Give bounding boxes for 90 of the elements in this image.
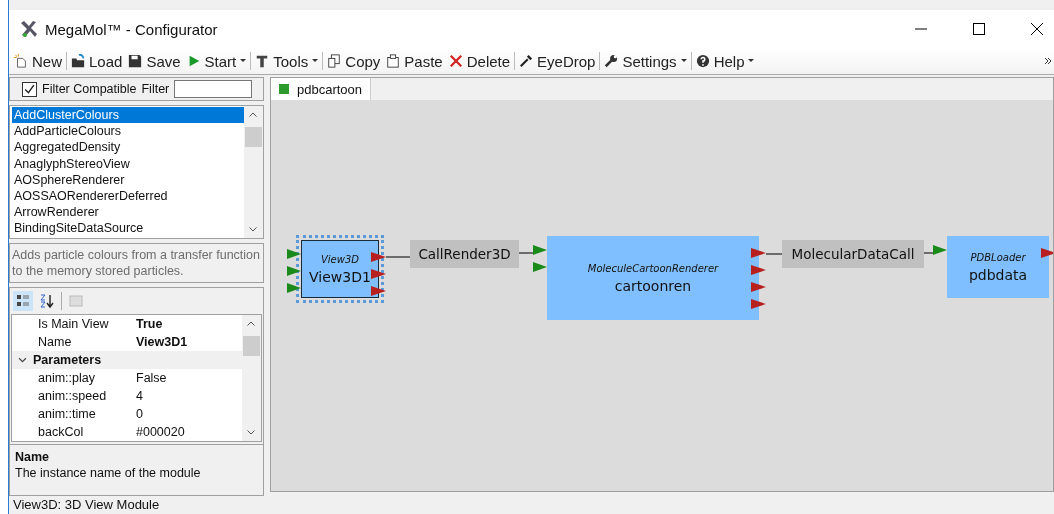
output-port-icon[interactable] [371,269,386,279]
scrollbar[interactable] [242,315,261,441]
property-name: Is Main View [38,317,110,331]
connector-line [518,252,534,254]
output-port-icon[interactable] [751,265,766,275]
property-value[interactable]: #000020 [133,425,185,439]
overflow-icon[interactable] [1044,57,1052,65]
module-list-item[interactable]: AggregatedDensity [12,139,244,156]
input-port-icon[interactable] [533,262,547,272]
property-name: Name [38,335,73,349]
category-label: Parameters [33,353,102,367]
input-port-icon[interactable] [533,245,547,255]
property-value[interactable]: 4 [133,389,143,403]
scroll-thumb[interactable] [243,336,260,356]
toolbar-button[interactable]: New [11,51,65,71]
scrollbar[interactable] [244,106,263,238]
categorized-view-icon[interactable] [13,291,33,311]
property-name: backCol [38,425,85,439]
module-list-item[interactable]: BindingSiteDataSource [12,220,244,237]
connector-line [923,252,934,254]
property-value[interactable]: False [133,371,167,385]
wrench-icon [604,54,619,68]
property-value[interactable]: 0 [133,407,143,421]
output-port-icon[interactable] [1041,248,1053,258]
scroll-thumb[interactable] [245,127,262,147]
app-icon [19,19,39,39]
property-name: anim::play [38,371,96,385]
output-port-icon[interactable] [371,286,386,296]
toolbar-button[interactable]: Start [183,51,250,71]
copy-icon [327,54,342,68]
filter-field[interactable] [174,80,253,98]
window-title: MegaMol™ - Configurator [45,20,218,38]
toolbar-button[interactable]: EyeDrop [516,51,599,71]
input-port-icon[interactable] [933,245,947,255]
scroll-down-icon[interactable] [249,227,257,232]
eyedropper-icon [519,54,534,68]
expand-chevron-icon[interactable] [18,355,27,365]
connector-line [385,256,411,258]
module-node[interactable]: MoleculeCartoonRenderer cartoonren [547,236,759,320]
scroll-down-icon[interactable] [247,430,255,435]
module-node[interactable]: PDBLoader pdbdata [947,236,1049,298]
output-port-icon[interactable] [751,299,766,309]
dropdown-caret-icon[interactable] [748,59,755,63]
module-description: Adds particle colours from a transfer function to the memory stored particles. [9,243,264,283]
module-list-item[interactable]: ArrowRenderer [12,204,244,221]
module-list-item[interactable]: AOSphereRenderer [12,171,244,188]
output-port-icon[interactable] [751,248,766,258]
toolbar-button[interactable]: Load [68,51,126,71]
module-list-item[interactable]: AddParticleColours [12,123,244,140]
filter-label: Filter [141,82,170,96]
toolbar-button[interactable]: Paste [383,51,446,71]
call-node[interactable]: MolecularDataCall [782,240,924,268]
status-text: View3D: 3D View Module [12,496,161,514]
toolbar-button[interactable]: Help [692,51,758,71]
dropdown-caret-icon[interactable] [312,59,319,63]
property-value[interactable]: View3D1 [133,335,188,349]
folder-icon [71,54,85,68]
module-list-item[interactable]: AddClusterColours [12,107,244,124]
scroll-up-icon[interactable] [247,321,255,326]
connector-line [765,253,783,255]
module-list-item[interactable]: AnaglyphStereoView [12,155,244,172]
scroll-up-icon[interactable] [249,112,257,117]
dropdown-caret-icon[interactable] [240,59,247,63]
help-title: Name [15,449,51,465]
toolbar-button[interactable]: Tools [252,51,322,71]
dropdown-caret-icon[interactable] [680,59,687,63]
property-name: anim::time [38,407,97,421]
output-port-icon[interactable] [371,252,386,262]
property-name: anim::speed [38,389,108,403]
toolbar-button[interactable]: Delete [445,51,514,71]
toolbar-button[interactable]: Save [125,51,184,71]
maximize-icon[interactable] [972,22,986,36]
clipboard-icon [386,54,401,68]
filter-checkbox[interactable] [22,81,37,97]
toolbar-button[interactable]: Settings [601,51,690,71]
help-text: The instance name of the module [15,465,202,481]
checkbox-label: Filter Compatible [42,82,137,96]
input-port-icon[interactable] [287,249,301,259]
graph-tab[interactable]: pdbcartoon [271,78,372,100]
close-icon[interactable] [1030,22,1044,36]
call-node[interactable]: CallRender3D [410,240,519,268]
help-icon [695,54,710,68]
delete-icon [448,54,463,68]
input-port-icon[interactable] [287,283,301,293]
output-port-icon[interactable] [751,282,766,292]
input-port-icon[interactable] [287,266,301,276]
property-value[interactable]: True [133,317,163,331]
new-document-icon [14,54,28,68]
module-list-item[interactable]: AOSSAORendererDeferred [12,187,244,205]
toolbar-button[interactable]: Copy [324,51,384,71]
